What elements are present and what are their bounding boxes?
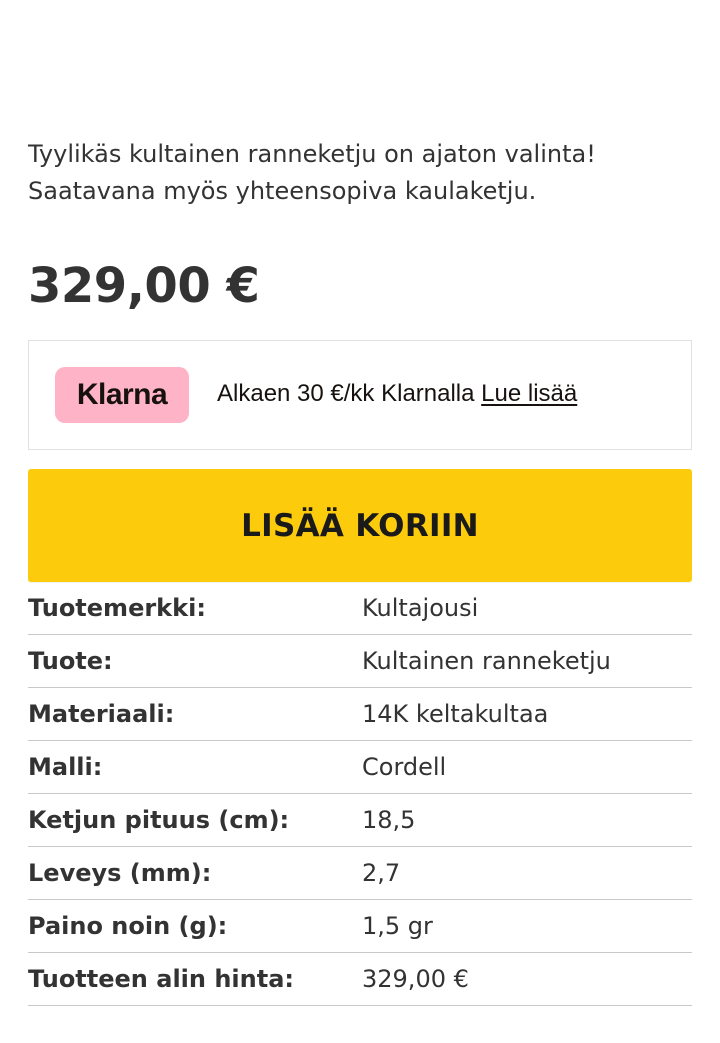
product-price: 329,00 €: [28, 258, 260, 314]
spec-value: 18,5: [362, 806, 416, 834]
spec-row: Tuote: Kultainen ranneketju: [28, 635, 692, 688]
spec-value: 2,7: [362, 859, 401, 887]
klarna-logo-text: Klarna: [76, 378, 168, 411]
spec-label: Leveys (mm):: [28, 859, 212, 887]
spec-label: Materiaali:: [28, 700, 175, 728]
description-line: Tyylikäs kultainen ranneketju on ajaton …: [28, 140, 596, 168]
spec-label: Ketjun pituus (cm):: [28, 806, 290, 834]
spec-label: Tuotemerkki:: [28, 594, 206, 622]
spec-label: Tuote:: [28, 647, 113, 675]
spec-value: Kultajousi: [362, 594, 479, 622]
spec-value: 14K keltakultaa: [362, 700, 549, 728]
spec-label: Malli:: [28, 753, 103, 781]
product-description: Tyylikäs kultainen ranneketju on ajaton …: [28, 136, 692, 210]
product-specs-table: Tuotemerkki: Kultajousi Tuote: Kultainen…: [28, 582, 692, 1006]
add-to-cart-button[interactable]: LISÄÄ KORIIN: [28, 469, 692, 582]
spec-value: Cordell: [362, 753, 447, 781]
klarna-message: Alkaen 30 €/kk Klarnalla Lue lisää: [217, 377, 577, 411]
spec-row: Leveys (mm): 2,7: [28, 847, 692, 900]
spec-row: Materiaali: 14K keltakultaa: [28, 688, 692, 741]
spec-value: 329,00 €: [362, 965, 469, 993]
spec-row: Tuotteen alin hinta: 329,00 €: [28, 953, 692, 1006]
spec-row: Paino noin (g): 1,5 gr: [28, 900, 692, 953]
klarna-message-text: Alkaen 30 €/kk Klarnalla: [217, 380, 482, 407]
spec-value: 1,5 gr: [362, 912, 433, 940]
klarna-logo: Klarna: [55, 367, 189, 423]
spec-value: Kultainen ranneketju: [362, 647, 611, 675]
add-to-cart-label: LISÄÄ KORIIN: [241, 507, 479, 544]
description-line: Saatavana myös yhteensopiva kaulaketju.: [28, 177, 537, 205]
spec-row: Malli: Cordell: [28, 741, 692, 794]
spec-row: Tuotemerkki: Kultajousi: [28, 582, 692, 635]
spec-label: Paino noin (g):: [28, 912, 228, 940]
klarna-read-more-link[interactable]: Lue lisää: [481, 380, 577, 407]
spec-label: Tuotteen alin hinta:: [28, 965, 295, 993]
klarna-banner: Klarna Alkaen 30 €/kk Klarnalla Lue lisä…: [28, 340, 692, 450]
spec-row: Ketjun pituus (cm): 18,5: [28, 794, 692, 847]
